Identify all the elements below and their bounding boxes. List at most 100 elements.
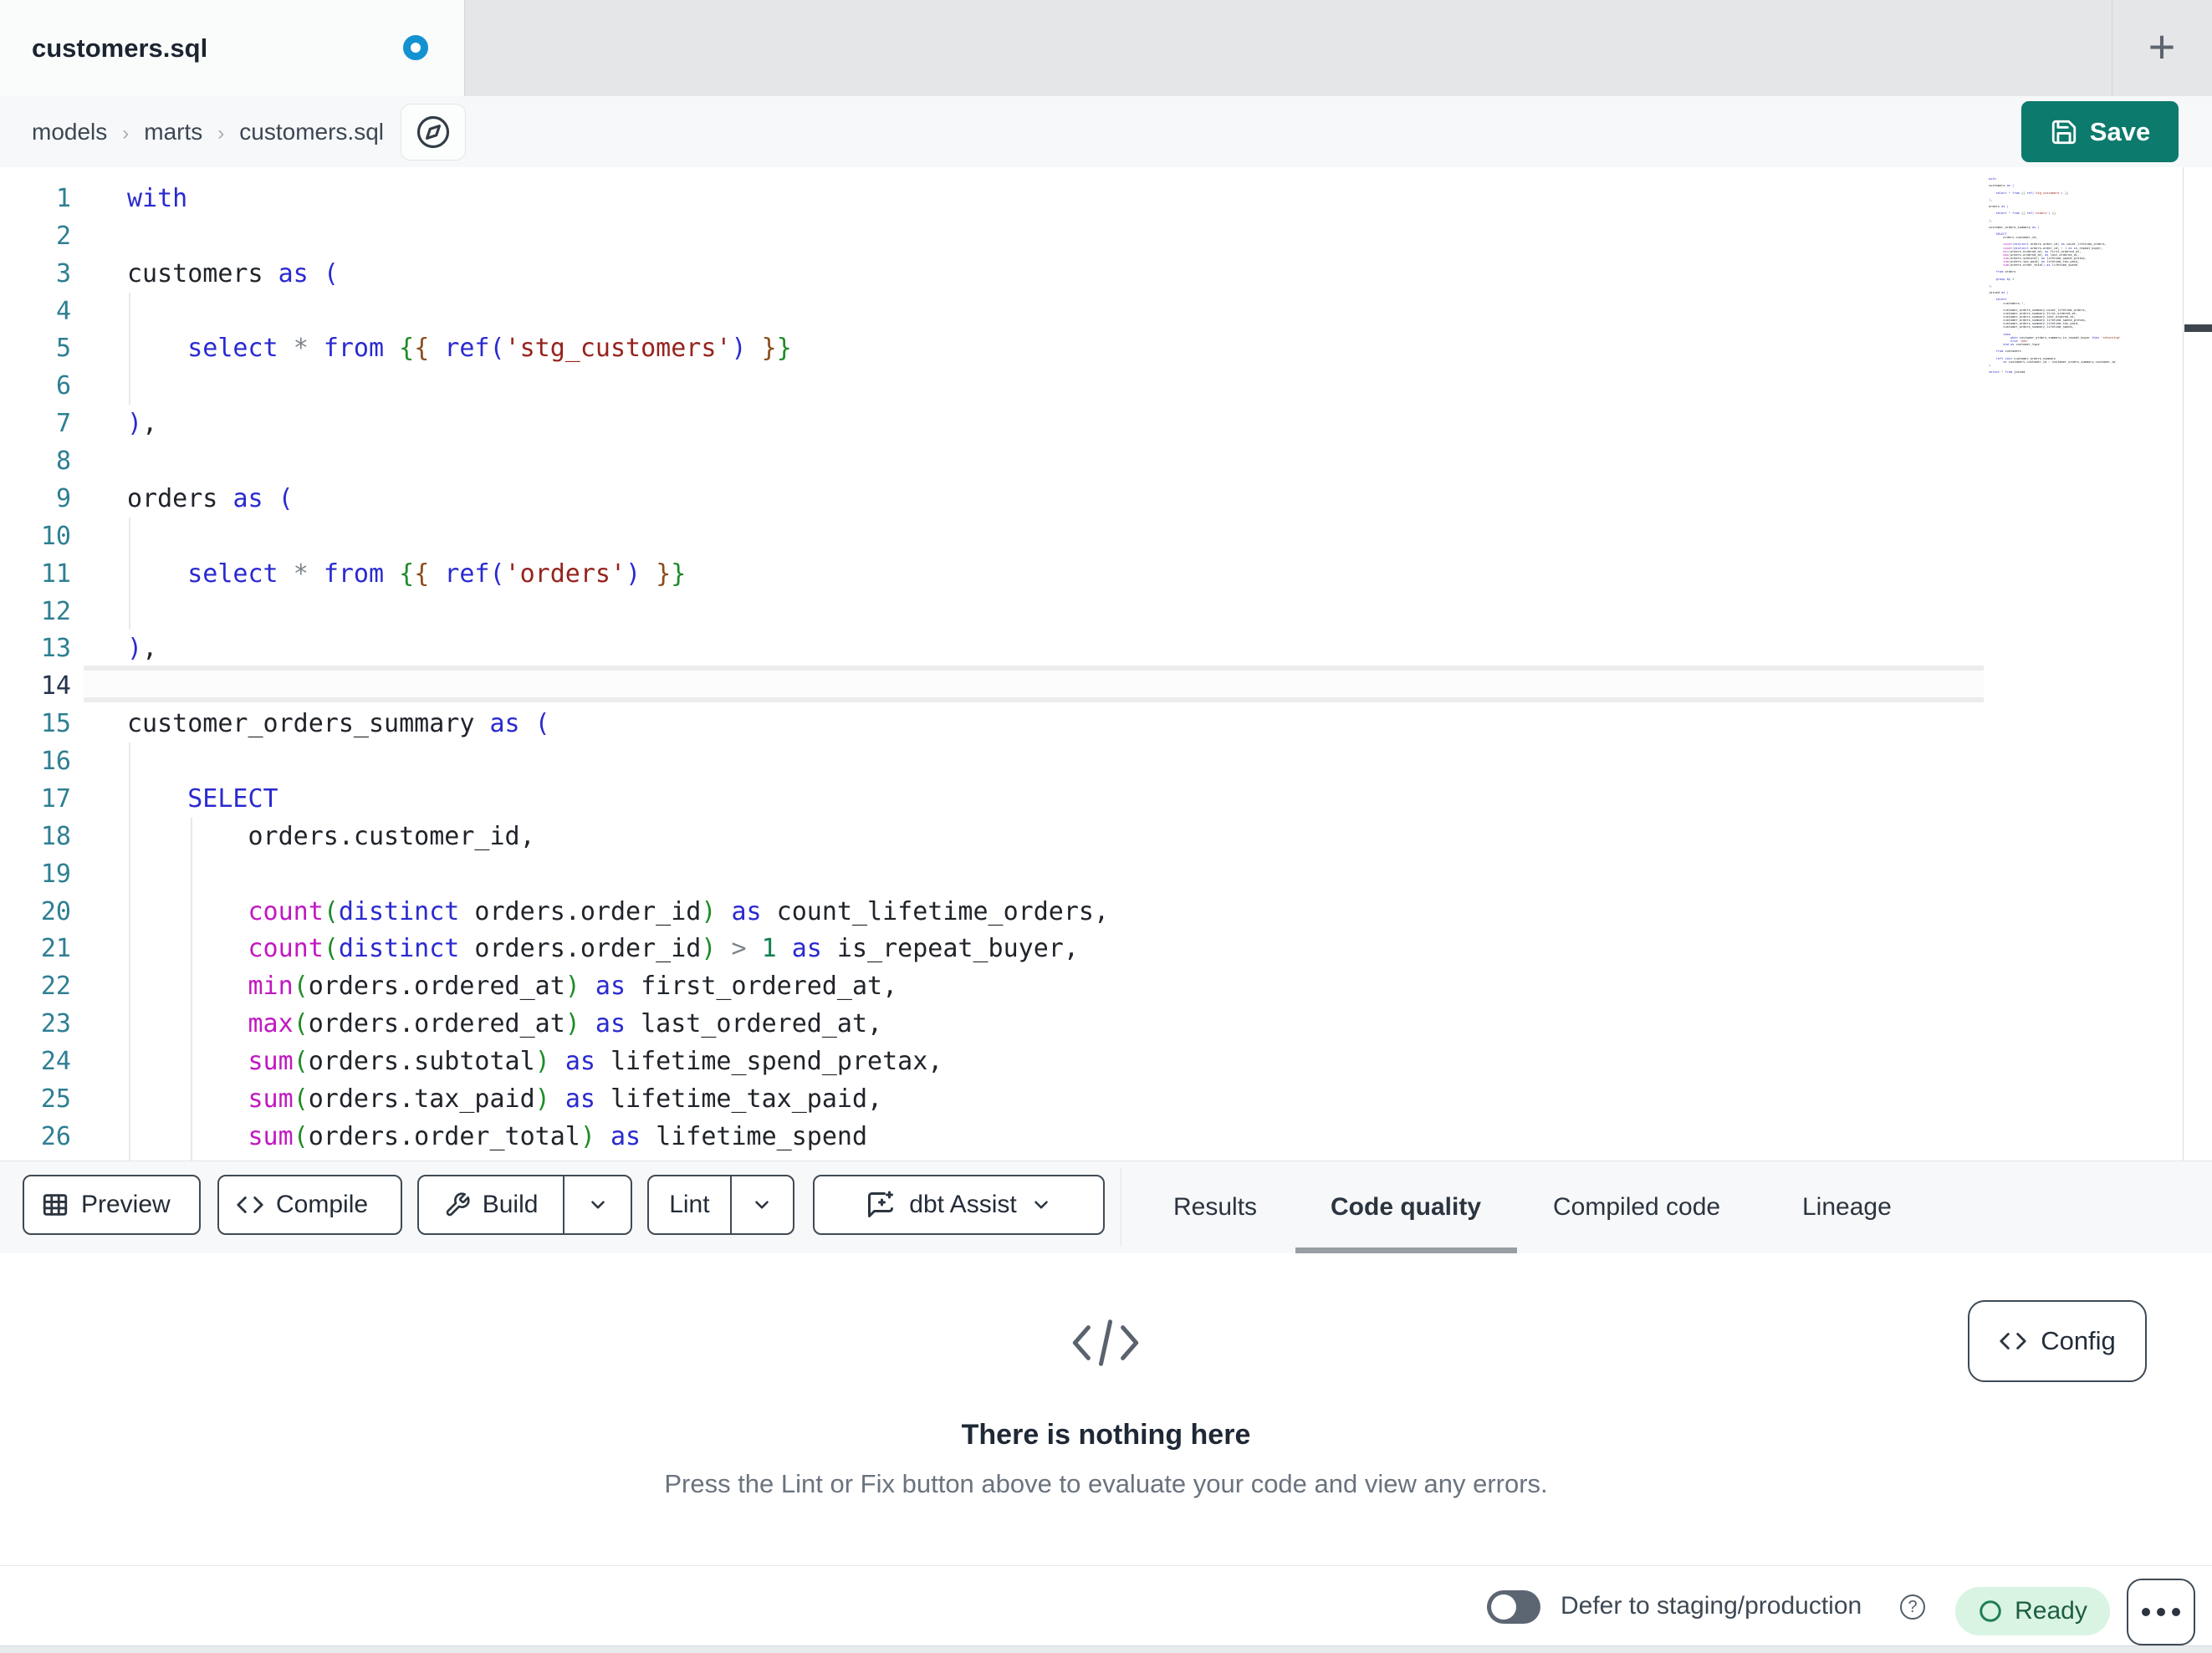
code-line[interactable]: 10 [0,518,1990,555]
code-line[interactable]: 25 sum(orders.tax_paid) as lifetime_tax_… [0,1080,1990,1118]
code-line[interactable]: 23 max(orders.ordered_at) as last_ordere… [0,1005,1990,1043]
breadcrumb-item-models[interactable]: models [32,119,107,145]
build-dropdown-button[interactable] [564,1176,631,1233]
code-line[interactable]: 1 with [0,180,1990,217]
line-number: 17 [40,783,71,814]
code-line[interactable]: 5 select * from {{ ref('stg_customers') … [0,329,1990,367]
code-line[interactable]: 15 customer_orders_summary as ( [0,705,1990,742]
build-label: Build [482,1191,539,1218]
code-line[interactable]: 20 count(distinct orders.order_id) as co… [0,893,1990,931]
line-number: 24 [40,1047,71,1076]
preview-button[interactable]: Preview [23,1175,201,1235]
line-number: 19 [40,859,71,889]
new-tab-button[interactable]: + [2128,15,2195,82]
tab-code-quality[interactable]: Code quality [1331,1161,1481,1253]
code-line[interactable]: 22 min(orders.ordered_at) as first_order… [0,967,1990,1005]
code-line[interactable]: 14 [0,667,1990,705]
breadcrumb-separator: › [217,122,225,145]
code-line[interactable]: 11 select * from {{ ref('orders') }} [0,555,1990,593]
help-icon[interactable]: ? [1900,1594,1925,1620]
tab-results[interactable]: Results [1173,1161,1257,1253]
preview-label: Preview [81,1191,171,1218]
line-number: 16 [40,747,71,777]
breadcrumb-separator: › [122,122,130,145]
file-navigate-button[interactable] [401,104,466,161]
status-circle-icon [1980,1600,2001,1622]
table-icon [43,1194,68,1216]
tab-customers-sql[interactable]: customers.sql [0,0,465,96]
line-number: 10 [40,521,71,551]
compile-button[interactable]: Compile [217,1175,402,1235]
code-line[interactable]: 21 count(distinct orders.order_id) > 1 a… [0,930,1990,967]
chevron-down-icon [755,1201,769,1209]
lint-dropdown-button[interactable] [732,1176,793,1233]
code-slash-icon [1072,1319,1139,1366]
line-number: 3 [55,258,71,288]
code-line[interactable]: 13), [0,630,1990,667]
defer-label: Defer to staging/production [1561,1592,1862,1620]
lint-button[interactable]: Lint [649,1176,730,1233]
save-icon [2051,120,2076,144]
code-line[interactable]: 12 [0,593,1990,630]
line-number: 23 [40,1009,71,1039]
build-split-button: Build [417,1175,632,1235]
line-number: 12 [40,596,71,626]
unsaved-changes-dot-icon [403,35,428,60]
empty-state-description: Press the Lint or Fix button above to ev… [664,1469,1548,1498]
code-editor[interactable]: 1 with 2 3 customers as (4 5 select * from {{… [0,167,2212,1161]
line-number: 8 [55,446,71,477]
code-line[interactable]: 26 sum(orders.order_total) as lifetime_s… [0,1118,1990,1156]
code-line[interactable]: 3 customers as ( [0,255,1990,293]
line-number: 14 [40,671,71,702]
code-quality-panel: There is nothing here Press the Lint or … [0,1253,2212,1605]
dbt-assist-button[interactable]: dbt Assist [813,1175,1105,1235]
line-number: 18 [40,821,71,851]
code-line[interactable]: 8 [0,442,1990,480]
code-icon [2000,1333,2026,1349]
compass-icon [416,115,450,149]
line-number: 21 [40,934,71,964]
scrollbar-track-divider [2183,167,2184,1161]
save-button[interactable]: Save [2021,101,2179,162]
build-button[interactable]: Build [419,1176,563,1233]
code-line[interactable]: 18 orders.customer_id, [0,818,1990,855]
tab-compiled-code[interactable]: Compiled code [1553,1161,1720,1253]
config-button[interactable]: Config [1968,1300,2147,1382]
code-line[interactable]: 19 [0,855,1990,893]
breadcrumb-item-marts[interactable]: marts [144,119,202,145]
code-line[interactable]: 24 sum(orders.subtotal) as lifetime_spen… [0,1043,1990,1080]
line-number: 1 [55,184,71,213]
save-label: Save [2089,116,2151,146]
defer-toggle[interactable] [1487,1590,1540,1624]
tab-lineage[interactable]: Lineage [1802,1161,1892,1253]
more-options-button[interactable] [2127,1579,2195,1645]
code-line[interactable]: 4 [0,293,1990,330]
chevron-down-icon [1034,1201,1048,1209]
scrollbar-thumb[interactable] [2184,324,2212,332]
minimap[interactable]: with customers as ( select * from {{ ref(… [1989,177,2177,386]
dbt-assist-label: dbt Assist [909,1191,1017,1218]
window-bottom-edge [0,1645,2212,1653]
code-line[interactable]: 7), [0,405,1990,442]
code-line[interactable]: 9 orders as ( [0,480,1990,518]
code-line[interactable]: 6 [0,367,1990,405]
breadcrumb-item-file[interactable]: customers.sql [239,119,384,145]
status-badge[interactable]: Ready [1955,1587,2110,1635]
code-line[interactable]: 16 [0,742,1990,780]
line-number: 20 [40,896,71,926]
lint-split-button: Lint [647,1175,794,1235]
line-number: 7 [55,409,71,439]
breadcrumb-bar: models › marts › customers.sql Save [0,96,2212,168]
line-number: 6 [55,371,71,401]
line-number: 13 [40,634,71,664]
config-label: Config [2041,1326,2116,1355]
tab-bar: customers.sql + [0,0,2212,96]
line-number: 15 [40,709,71,739]
code-line[interactable]: 17 SELECT [0,780,1990,818]
dbt-ide-window: customers.sql + models › marts › customers.s… [0,0,2212,1653]
code-line[interactable]: 2 [0,217,1990,255]
active-tab-underline [1295,1247,1517,1253]
compile-label: Compile [276,1191,369,1218]
line-number: 26 [40,1121,71,1151]
wrench-icon [446,1192,470,1217]
